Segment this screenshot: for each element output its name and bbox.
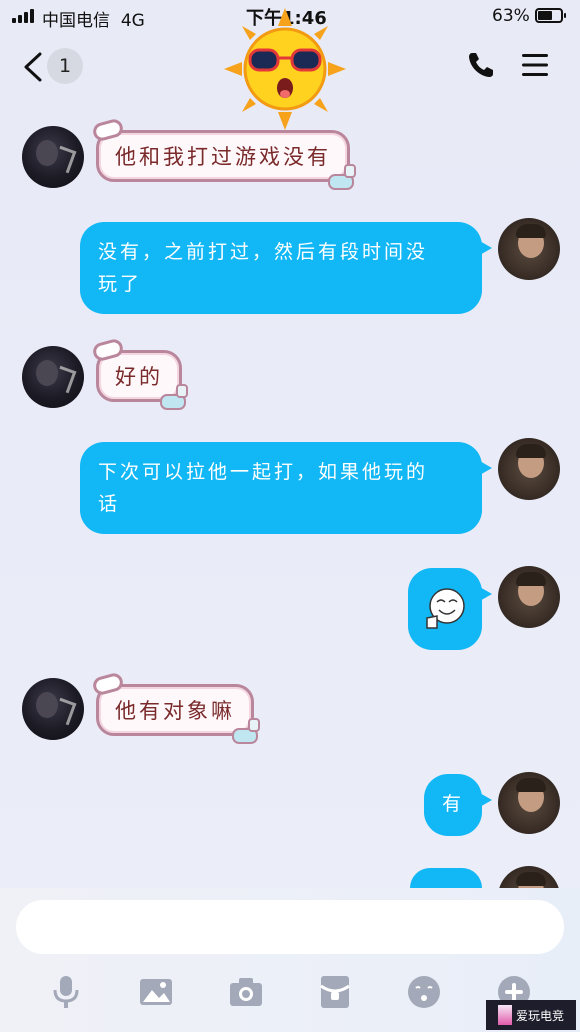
image-icon[interactable] [138, 974, 174, 1010]
cup-decoration-icon [328, 164, 356, 190]
watermark-text: 爱玩电竞 [515, 1008, 564, 1023]
outgoing-sticker-bubble[interactable] [408, 568, 492, 650]
signal-icon [12, 9, 34, 23]
message-text: 他有对象嘛 [115, 699, 235, 723]
message-list[interactable]: 他和我打过游戏没有 没有，之前打过，然后有段时间没 玩了 好的 下次可以拉他一起… [0, 100, 580, 888]
outgoing-message-bubble[interactable]: 下次可以拉他一起打，如果他玩的 话 [80, 442, 492, 534]
my-avatar[interactable] [498, 218, 560, 280]
my-avatar[interactable] [498, 772, 560, 834]
outgoing-message-bubble[interactable] [410, 868, 492, 888]
watermark-mark-icon [497, 1005, 512, 1025]
message-text: 好的 [115, 365, 163, 389]
phone-icon[interactable] [466, 50, 496, 80]
back-icon[interactable] [22, 52, 44, 82]
message-text-line: 话 [98, 493, 121, 515]
contact-avatar[interactable] [22, 126, 84, 188]
chat-header: 1 [0, 8, 580, 130]
message-text-line: 玩了 [98, 273, 143, 295]
message-text: 他和我打过游戏没有 [115, 145, 331, 169]
incoming-message-bubble[interactable]: 好的 [91, 337, 188, 410]
watermark-logo: 爱玩电竞 [486, 1000, 576, 1030]
message-text: 有 [441, 793, 464, 815]
outgoing-message-bubble[interactable]: 没有，之前打过，然后有段时间没 玩了 [80, 222, 492, 314]
emoji-icon[interactable] [406, 974, 442, 1010]
unread-count-badge[interactable]: 1 [47, 48, 83, 84]
cup-decoration-icon [232, 718, 260, 744]
incoming-message-bubble[interactable]: 他有对象嘛 [91, 671, 260, 744]
message-text-line: 没有，之前打过，然后有段时间没 [98, 241, 429, 263]
thumbs-up-face-sticker [426, 588, 465, 629]
my-avatar[interactable] [498, 438, 560, 500]
camera-icon[interactable] [228, 974, 264, 1010]
carrier-label: 中国电信 4G [42, 11, 145, 31]
contact-avatar[interactable] [22, 678, 84, 740]
message-text-line: 下次可以拉他一起打，如果他玩的 [98, 461, 429, 483]
battery-percent: 63% [492, 6, 530, 26]
red-packet-icon[interactable] [317, 974, 353, 1010]
message-input[interactable] [16, 900, 564, 954]
cup-decoration-icon [160, 384, 188, 410]
incoming-message-bubble[interactable]: 他和我打过游戏没有 [91, 117, 356, 190]
microphone-icon[interactable] [48, 974, 84, 1010]
menu-icon[interactable] [520, 52, 550, 78]
my-avatar[interactable] [498, 866, 560, 888]
battery-icon [535, 8, 566, 23]
outgoing-message-bubble[interactable]: 有 [424, 774, 492, 836]
contact-avatar[interactable] [22, 346, 84, 408]
my-avatar[interactable] [498, 566, 560, 628]
